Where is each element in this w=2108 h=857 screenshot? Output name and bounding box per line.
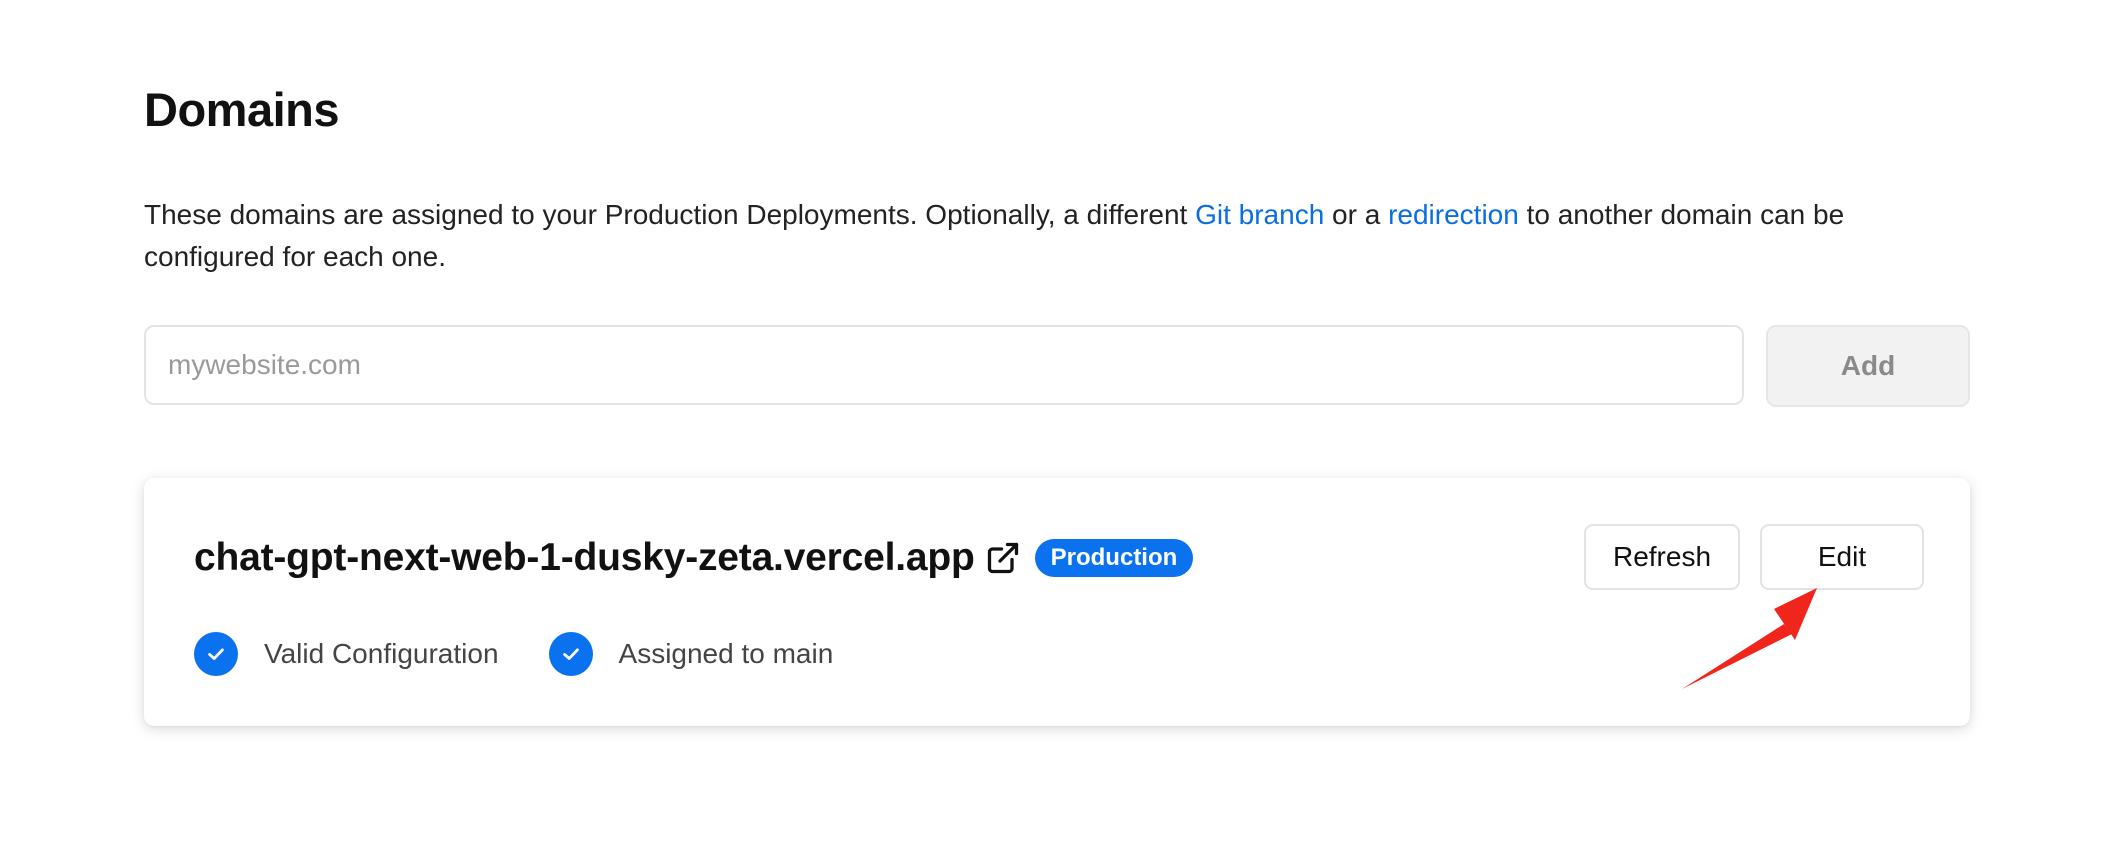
- domains-settings-page: Domains These domains are assigned to yo…: [0, 0, 2108, 857]
- status-label: Valid Configuration: [264, 638, 499, 669]
- check-icon: [548, 632, 593, 676]
- section-description: These domains are assigned to your Produ…: [144, 194, 1974, 278]
- add-button[interactable]: Add: [1766, 325, 1970, 407]
- annotation-arrow-icon: [1682, 588, 1817, 689]
- domain-input[interactable]: [144, 325, 1744, 405]
- domain-header: chat-gpt-next-web-1-dusky-zeta.vercel.ap…: [194, 532, 1194, 584]
- check-icon: [194, 632, 238, 676]
- status-label: Assigned to main: [618, 638, 834, 669]
- add-domain-form: Add: [144, 325, 1970, 409]
- domain-link[interactable]: chat-gpt-next-web-1-dusky-zeta.vercel.ap…: [194, 536, 975, 580]
- refresh-button[interactable]: Refresh: [1584, 524, 1740, 590]
- section-title: Domains: [144, 83, 340, 136]
- status-valid-configuration: Valid Configuration: [194, 632, 499, 676]
- production-badge: Production: [1034, 539, 1194, 577]
- external-link-icon[interactable]: [985, 540, 1021, 576]
- git-branch-link[interactable]: Git branch: [1195, 199, 1324, 230]
- status-assigned-branch: Assigned to main: [548, 632, 834, 676]
- description-text-2: or a: [1324, 199, 1389, 230]
- redirection-link[interactable]: redirection: [1388, 199, 1519, 230]
- edit-button[interactable]: Edit: [1760, 524, 1924, 590]
- description-text-1: These domains are assigned to your Produ…: [144, 199, 1196, 230]
- status-row: Valid Configuration Assigned to main: [194, 632, 883, 676]
